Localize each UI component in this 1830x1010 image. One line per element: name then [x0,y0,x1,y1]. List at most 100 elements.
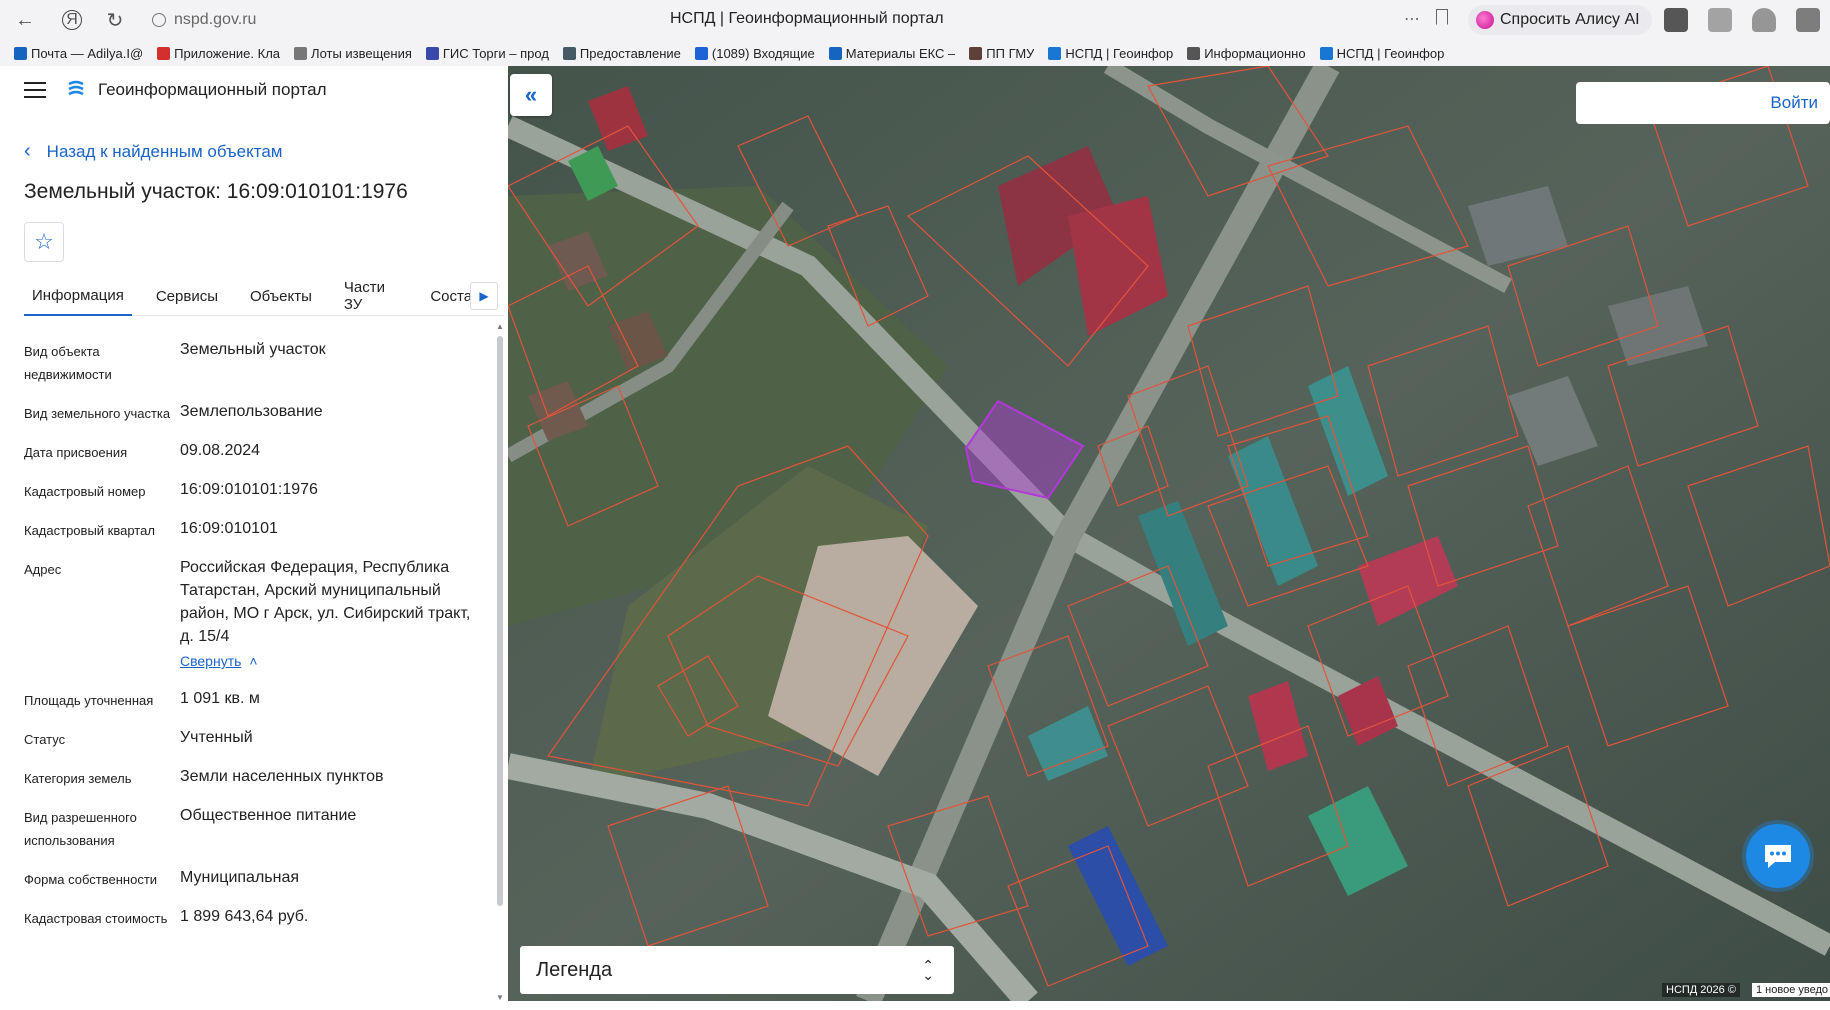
favorite-button[interactable]: ☆ [24,222,64,262]
bookmark-item[interactable]: ГИС Торги – прод [425,46,549,61]
bookmark-favicon-icon [14,46,27,60]
bookmark-label: (1089) Входящие [711,45,815,61]
collapse-panel-button[interactable]: « [510,74,552,116]
bookmark-favicon-icon [1319,46,1333,60]
tab-0[interactable]: Информация [24,276,132,316]
bookmark-favicon-icon [969,46,983,60]
star-icon: ☆ [34,229,54,254]
bookmark-favicon-icon [828,46,842,60]
bookmark-favicon-icon [562,46,576,60]
bookmark-favicon-icon [1187,46,1201,60]
tab-3[interactable]: Части ЗУ [336,276,406,316]
ask-alice-button[interactable]: Спросить Алису AI [1468,5,1652,35]
scroll-up-icon[interactable]: ▲ [496,322,504,331]
bookmark-favicon-icon [694,46,708,60]
bookmark-item[interactable]: (1089) Входящие [694,45,815,61]
info-row-value: Российская Федерация, Республика Татарст… [180,559,471,645]
panel-header: Геоинформационный портал [24,80,327,100]
info-row: Вид разрешенного использования Общественн… [24,804,488,852]
login-button[interactable]: Войти [1576,82,1830,124]
bookmark-favicon-icon [1048,46,1062,60]
bookmark-item[interactable]: НСПД | Геоинфор [1048,46,1173,61]
bookmark-item[interactable]: Материалы ЕКС – [828,46,955,61]
back-arrow-icon[interactable]: ← [10,5,40,35]
portal-name: Геоинформационный портал [98,80,327,99]
info-row-value: 1 899 643,64 руб. [180,908,309,925]
bookmark-item[interactable]: Предоставление [562,45,681,61]
info-row: Кадастровый номер 16:09:010101:1976 [24,478,488,503]
tab-1[interactable]: Сервисы [148,276,226,316]
info-row: Форма собственности Муниципальная [24,866,488,891]
info-row-value: Земли населенных пунктов [180,768,384,785]
info-row-label: Вид объекта недвижимости [24,344,112,382]
tab-2[interactable]: Объекты [242,276,320,316]
info-row: Кадастровый квартал 16:09:010101 [24,517,488,542]
satellite-map[interactable] [508,66,1830,1001]
map-copyright: НСПД 2026 © [1662,983,1740,997]
info-row: Вид объекта недвижимости Земельный участо… [24,338,488,386]
browser-toolbar: ← Я ↻ nspd.gov.ru НСПД | Геоинформационн… [0,0,1830,40]
bookmark-item[interactable]: Информационно [1187,45,1306,61]
back-to-results-link[interactable]: ‹ Назад к найденным объектам [24,140,282,163]
extension-icon[interactable] [1752,8,1776,32]
reload-icon[interactable]: ↻ [100,5,130,35]
info-row-value: 16:09:010101:1976 [180,481,318,498]
bookmark-label: ПП ГМУ [986,45,1035,61]
double-chevron-left-icon: « [524,82,538,107]
tab-title: НСПД | Геоинформационный портал [670,10,944,27]
info-row-value: Общественное питание [180,807,357,824]
bookmark-label: Почта — Adilya.I@ [31,45,144,61]
alice-icon [1476,11,1494,29]
bookmark-favicon-icon [157,46,171,60]
bookmark-item[interactable]: Почта — Adilya.I@ [14,46,143,61]
scroll-down-icon[interactable]: ▼ [496,993,504,1002]
info-row-label: Форма собственности [24,872,158,887]
map-canvas[interactable] [508,66,1830,1001]
info-row-value: Земельный участок [180,341,326,358]
bookmark-label: НСПД | Геоинфор [1336,45,1445,61]
info-row: Адрес Российская Федерация, Республика Та… [24,556,488,673]
info-row-label: Кадастровая стоимость [24,911,168,926]
info-row-value: 16:09:010101 [180,520,278,537]
scrollbar-thumb[interactable] [497,336,503,906]
chevron-left-icon: ‹ [24,140,31,162]
bookmark-item[interactable]: ПП ГМУ [969,46,1034,61]
chat-button[interactable] [1746,824,1810,888]
info-row-value: Муниципальная [180,869,300,886]
info-row-label: Статус [24,732,66,747]
shield-extension-icon[interactable] [1708,8,1732,32]
menu-icon[interactable] [24,82,46,98]
panel-scrollbar[interactable]: ▲ ▼ [496,322,504,1002]
bookmark-item[interactable]: НСПД | Геоинфор [1319,45,1445,61]
chat-bubble-icon [1765,845,1791,868]
info-row-value: 1 091 кв. м [180,690,260,707]
info-row: Площадь уточненная 1 091 кв. м [24,687,488,712]
info-row: Дата присвоения 09.08.2024 [24,439,488,464]
shield-icon [152,13,166,27]
collapse-label: Свернуть [180,653,242,669]
back-link-label: Назад к найденным объектам [46,141,283,161]
more-icon[interactable]: ⋯ [1404,9,1420,29]
bookmark-label: Предоставление [579,45,681,61]
yandex-icon[interactable]: Я [62,10,82,30]
info-row-value: 09.08.2024 [180,442,261,459]
info-row-label: Адрес [24,562,62,577]
bookmark-label: Информационно [1204,45,1306,61]
expand-collapse-icon: ⌃ ⌄ [922,957,934,983]
info-row-label: Кадастровый квартал [24,523,155,538]
notification-toast[interactable]: 1 новое уведо [1752,983,1830,997]
object-info-panel: Геоинформационный портал ‹ Назад к найде… [0,66,508,1002]
bookmark-favicon-icon [425,46,439,60]
alice-label: Спросить Алису AI [1500,11,1640,28]
info-row-value: Землепользование [180,403,323,420]
bookmark-item[interactable]: Приложение. Кла [157,46,280,61]
extension-icon[interactable] [1664,8,1688,32]
info-row: Вид земельного участка Землепользование [24,400,488,425]
tabs-scroll-right-button[interactable]: ▶ [470,282,498,310]
bookmark-icon[interactable] [1436,9,1448,25]
downloads-icon[interactable] [1796,8,1820,32]
collapse-address-link[interactable]: Свернуть ˄ [180,650,258,673]
bookmark-item[interactable]: Лоты извещения [294,46,412,61]
legend-toggle[interactable]: Легенда ⌃ ⌄ [520,946,954,994]
info-tabs: Информация Сервисы Объекты Части ЗУ Состав ▶ [24,276,504,316]
